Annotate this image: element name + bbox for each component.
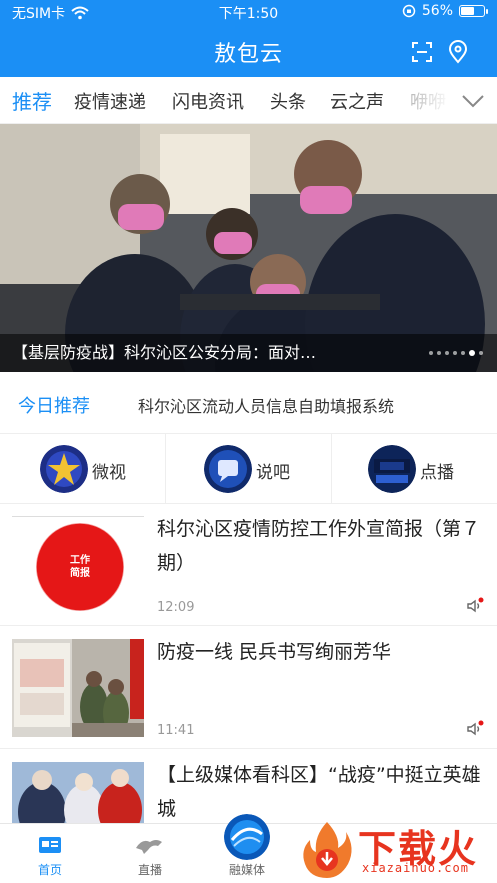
quick-label: 微视	[92, 463, 126, 483]
badge-line1: 工作	[70, 555, 90, 566]
news-thumbnail: 工作 简报	[12, 516, 144, 614]
tab-headlines[interactable]: 头条	[270, 88, 306, 114]
nav-label: 首页	[37, 863, 62, 877]
location-pin-icon[interactable]	[446, 40, 470, 64]
nav-label: 融媒体	[228, 863, 265, 877]
quick-label: 说吧	[256, 463, 290, 483]
banner-carousel[interactable]: 【基层防疫战】科尔沁区公安分局：面对…	[0, 124, 497, 372]
speaker-icon[interactable]	[465, 719, 485, 739]
carousel-indicator	[429, 350, 483, 356]
tab-cloud-voice[interactable]: 云之声	[330, 88, 384, 114]
news-title: 【上级媒体看科区】“战疫”中挺立英雄城	[157, 764, 481, 820]
top-bar: 无SIM卡 下午1:50 56% 敖包云	[0, 0, 497, 77]
quick-dianbo[interactable]: 点播	[332, 434, 497, 504]
tab-flash-news[interactable]: 闪电资讯	[172, 88, 244, 114]
news-thumbnail	[12, 762, 144, 824]
media-globe-icon	[224, 814, 270, 860]
quick-weishi[interactable]: 微视	[0, 434, 165, 504]
news-item[interactable]: 防疫一线 民兵书写绚丽芳华 11:41	[0, 627, 497, 749]
news-title: 科尔沁区疫情防控工作外宣简报（第７期）	[157, 518, 481, 574]
news-item[interactable]: 【上级媒体看科区】“战疫”中挺立英雄城	[0, 750, 497, 824]
quick-label: 点播	[420, 463, 454, 483]
news-thumbnail	[12, 639, 144, 737]
quick-entries: 微视 说吧 点播	[0, 434, 497, 504]
tab-epidemic[interactable]: 疫情速递	[74, 88, 146, 114]
shuoba-logo-icon	[204, 445, 252, 493]
today-recommend-label: 今日推荐	[18, 396, 90, 417]
today-recommend-text[interactable]: 科尔沁区流动人员信息自助填报系统	[138, 393, 394, 417]
watermark-url: xiazaihuo.com	[362, 861, 469, 875]
live-horse-icon	[136, 840, 162, 854]
nav-label: 直播	[137, 863, 162, 877]
battery-percent: 56%	[421, 3, 453, 19]
watermark-flame-icon	[303, 822, 352, 878]
weishi-logo-icon	[40, 445, 88, 493]
speaker-icon[interactable]	[465, 596, 485, 616]
dianbo-logo-icon	[368, 445, 416, 493]
nav-home[interactable]: 首页	[0, 824, 100, 883]
nav-live[interactable]: 直播	[100, 824, 200, 883]
quick-shuoba[interactable]: 说吧	[166, 434, 331, 504]
nav-media[interactable]: 融媒体	[197, 814, 297, 883]
today-recommend-row[interactable]: 今日推荐 科尔沁区流动人员信息自助填报系统	[0, 372, 497, 434]
banner-caption: 【基层防疫战】科尔沁区公安分局：面对…	[0, 334, 497, 372]
channel-tabs: 推荐 疫情速递 闪电资讯 头条 云之声 咿咿	[0, 77, 497, 124]
news-time: 12:09	[157, 600, 195, 615]
news-item[interactable]: 工作 简报 科尔沁区疫情防控工作外宣简报（第７期） 12:09	[0, 504, 497, 626]
scan-icon[interactable]	[410, 40, 434, 64]
chevron-down-icon[interactable]	[461, 89, 485, 113]
orientation-lock-icon	[402, 4, 416, 18]
home-icon	[39, 837, 61, 853]
news-title: 防疫一线 民兵书写绚丽芳华	[157, 641, 392, 663]
status-bar: 无SIM卡 下午1:50 56%	[0, 0, 497, 24]
news-time: 11:41	[157, 723, 195, 738]
tab-recommend[interactable]: 推荐	[12, 86, 52, 115]
badge-line2: 简报	[70, 568, 90, 579]
battery-icon	[459, 5, 488, 17]
